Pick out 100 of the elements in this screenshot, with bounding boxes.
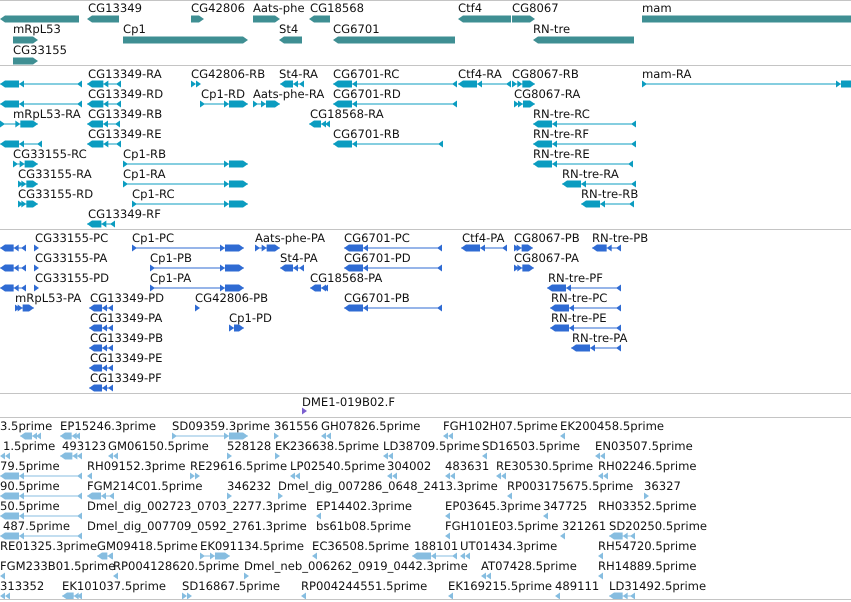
- feature-label: RE30530.5prime: [496, 459, 594, 473]
- feature-label: Ctf4-RA: [458, 67, 502, 81]
- feature-label: RN-tre: [533, 22, 570, 36]
- feature-label: CG33155-RA: [18, 167, 92, 181]
- feature-label: Dmel_dig_007709_0592_2761.3prime: [87, 519, 307, 533]
- feature-label: CG33155-PA: [35, 251, 108, 265]
- feature-label: Dmel_neb_006262_0919_0442.3prime: [244, 559, 468, 573]
- feature-label: RN-tre-RB: [581, 187, 638, 201]
- feature-label: 321261: [562, 519, 606, 533]
- feature-label: Cp1-RC: [132, 187, 175, 201]
- feature-label: 1.5prime: [3, 439, 56, 453]
- feature-label: CG6701-RC: [333, 67, 400, 81]
- feature-label: Cp1: [123, 22, 146, 36]
- feature-label: CG6701-PB: [344, 291, 410, 305]
- feature-label: 347725: [543, 499, 588, 513]
- feature-label: Cp1-RB: [123, 147, 166, 161]
- feature-label: RN-tre-PF: [548, 271, 603, 285]
- feature-label: Aats-phe: [253, 1, 305, 15]
- feature-label: Cp1-PA: [150, 271, 192, 285]
- feature-label: EP03645.3prime: [445, 499, 542, 513]
- feature-label: RN-tre-RA: [562, 167, 619, 181]
- feature-label: 483631: [445, 459, 490, 473]
- feature-label: RH09152.3prime: [87, 459, 186, 473]
- feature-label: RP004128620.5prime: [113, 559, 240, 573]
- feature-label: 79.5prime: [0, 459, 60, 473]
- feature-label: Aats-phe-RA: [253, 87, 324, 101]
- feature-label: mRpL53-PA: [15, 291, 82, 305]
- feature-label: 3.5prime: [0, 419, 52, 433]
- feature-label: 487.5prime: [3, 519, 70, 533]
- feature-label: Cp1-PC: [132, 231, 174, 245]
- feature-label: 528128: [227, 439, 272, 453]
- feature-label: CG13349-PA: [90, 311, 162, 325]
- feature-label: CG8067-PA: [514, 251, 579, 265]
- feature-label: RN-tre-RF: [533, 127, 590, 141]
- feature-label: mam: [642, 1, 672, 15]
- feature-label: GM06150.5prime: [108, 439, 209, 453]
- feature-label: mRpL53: [13, 22, 61, 36]
- feature-label: CG33155-PD: [35, 271, 110, 285]
- feature-label: AT07428.5prime: [481, 559, 577, 573]
- feature-label: LD31492.5prime: [609, 579, 706, 593]
- feature-label: Dmel_dig_007286_0648_2413.3prime: [278, 479, 498, 493]
- feature-label: EC36508.5prime: [312, 539, 410, 553]
- feature-label: CG18568-PA: [310, 271, 382, 285]
- feature-label: CG6701-RD: [333, 87, 401, 101]
- feature-label: Cp1-PD: [229, 311, 272, 325]
- feature-label: 361556: [274, 419, 318, 433]
- feature-label: Cp1-RD: [201, 87, 245, 101]
- feature-label: St4-RA: [279, 67, 318, 81]
- feature-label: CG13349-RD: [88, 87, 164, 101]
- feature-label: EP14402.3prime: [316, 499, 412, 513]
- feature-label: GH07826.5prime: [321, 419, 420, 433]
- feature-label: RP003175675.5prime: [507, 479, 634, 493]
- feature-label: St4-PA: [280, 251, 318, 265]
- feature-label: CG6701: [333, 22, 380, 36]
- feature-label: EP15246.3prime: [60, 419, 156, 433]
- feature-label: 313352: [0, 579, 44, 593]
- feature-label: CG13349-PF: [90, 371, 162, 385]
- feature-label: SD16503.5prime: [482, 439, 580, 453]
- feature-label: 188101: [414, 539, 458, 553]
- feature-label: CG13349-RE: [88, 127, 162, 141]
- feature-label: CG13349-RB: [88, 107, 162, 121]
- feature-label: CG13349-RF: [88, 207, 161, 221]
- feature-label: CG42806-RB: [191, 67, 266, 81]
- feature-label: RN-tre-RE: [533, 147, 590, 161]
- feature-label: LD38709.5prime: [383, 439, 480, 453]
- feature-label: EK236638.5prime: [275, 439, 380, 453]
- feature-label: bs61b08.5prime: [316, 519, 412, 533]
- feature-label: CG33155-PC: [35, 231, 108, 245]
- feature-label: CG6701-RB: [333, 127, 400, 141]
- feature-label: CG6701-PC: [344, 231, 410, 245]
- feature-label: mam-RA: [642, 67, 692, 81]
- feature-label: CG13349-RA: [88, 67, 162, 81]
- feature-label: DME1-019B02.F: [302, 395, 396, 409]
- feature-label: 493123: [62, 439, 106, 453]
- feature-label: Aats-phe-PA: [255, 231, 326, 245]
- feature-label: CG18568: [310, 1, 364, 15]
- feature-label: CG42806: [191, 1, 245, 15]
- feature-label: CG33155: [13, 43, 67, 57]
- feature-label: St4: [279, 22, 298, 36]
- feature-label: CG13349-PB: [90, 331, 164, 345]
- feature-label: 346232: [227, 479, 272, 493]
- feature-label: 36327: [644, 479, 681, 493]
- feature-label: CG8067: [512, 1, 559, 15]
- feature-label: RE01325.3prime: [0, 539, 98, 553]
- feature-label: FGH102H07.5prime: [443, 419, 558, 433]
- feature-label: FGM214C01.5prime: [87, 479, 202, 493]
- feature-label: CG42806-PB: [195, 291, 268, 305]
- feature-label: CG8067-RB: [512, 67, 579, 81]
- feature-label: RH02246.5prime: [598, 459, 696, 473]
- feature-label: GM09418.5prime: [97, 539, 198, 553]
- feature-label: CG18568-RA: [310, 107, 384, 121]
- feature-label: Dmel_dig_002723_0703_2277.3prime: [87, 499, 307, 513]
- feature-label: RH03352.5prime: [598, 499, 696, 513]
- feature-label: SD20250.5prime: [609, 519, 708, 533]
- feature-label: CG8067-RA: [514, 87, 580, 101]
- feature-label: SD09359.3prime: [172, 419, 270, 433]
- feature-label: FGH101E03.5prime: [445, 519, 558, 533]
- feature-label: EN03507.5prime: [595, 439, 693, 453]
- feature-label: CG33155-RD: [18, 187, 94, 201]
- feature-label: Cp1-PB: [150, 251, 192, 265]
